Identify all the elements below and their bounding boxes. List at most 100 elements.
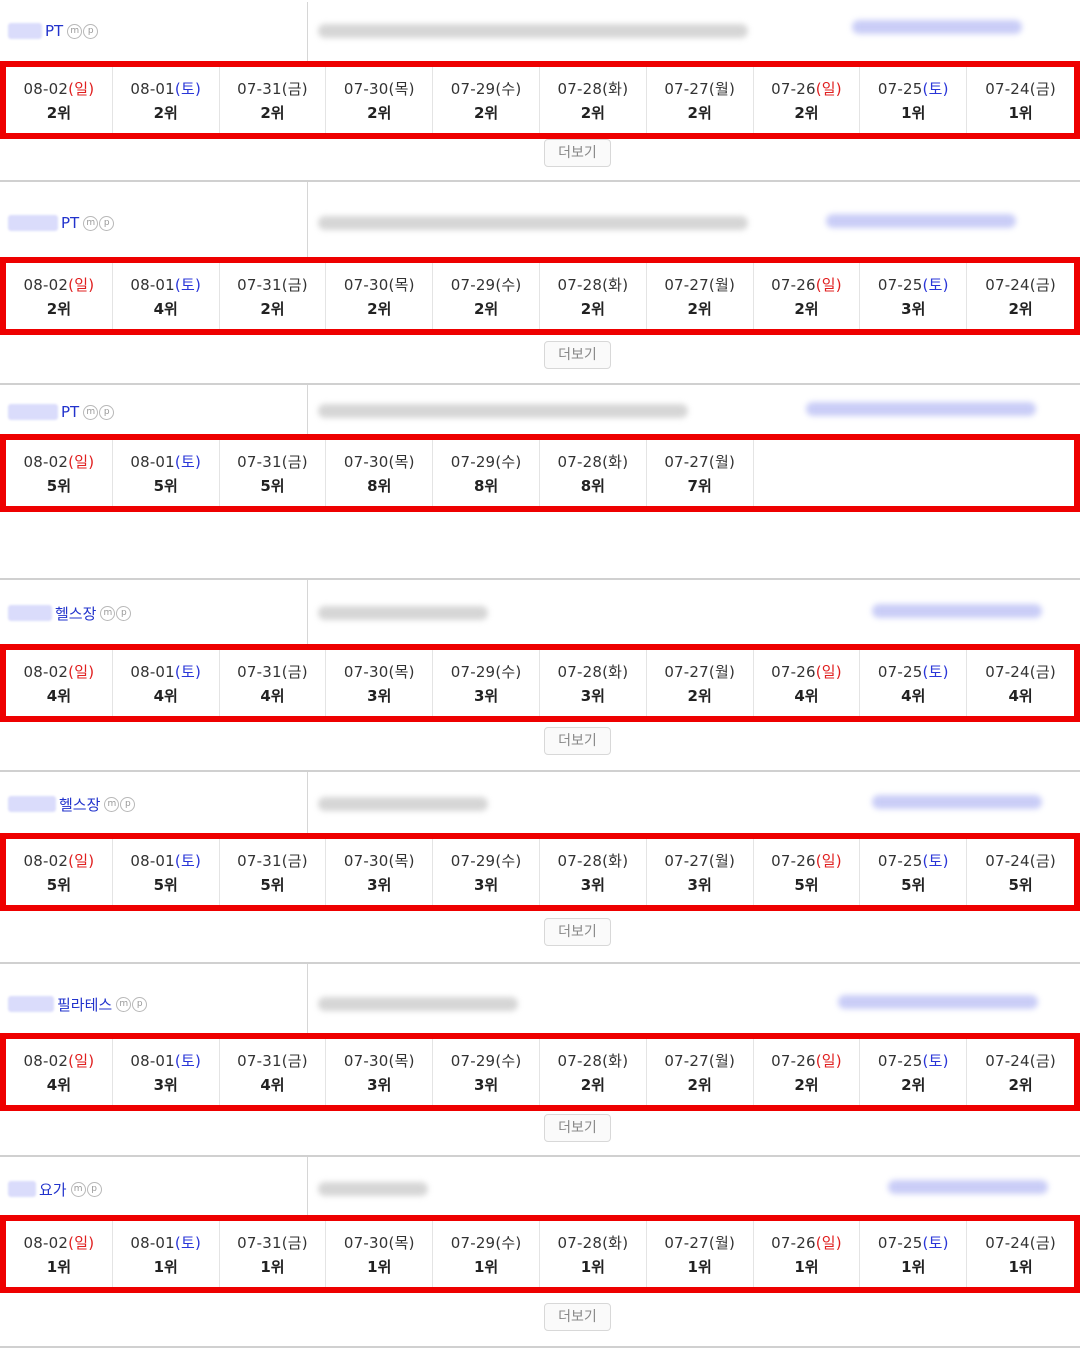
weekday-text: 토 [928, 1051, 943, 1070]
more-button[interactable]: 더보기 [544, 1303, 611, 1331]
date-text: 08-02 [23, 452, 69, 471]
keyword-label[interactable]: 요가 m p [8, 1178, 102, 1200]
weekday-text: 일 [74, 662, 89, 681]
date-text: 07-26 [771, 851, 816, 870]
more-button[interactable]: 더보기 [544, 727, 611, 755]
date-label: 07-29(수) [451, 661, 522, 682]
mobile-icon[interactable]: m [104, 796, 120, 812]
date-text: 07-25 [877, 79, 923, 98]
rank-cell: 08-02(일) 4위 [6, 1039, 113, 1105]
keyword-text[interactable]: 필라테스 [57, 994, 112, 1015]
weekday-text: 토 [180, 1233, 195, 1252]
redacted-keyword-prefix [8, 1181, 36, 1197]
more-button[interactable]: 더보기 [544, 139, 611, 167]
keyword-label[interactable]: 헬스장 m p [8, 793, 136, 815]
date-text: 08-01 [130, 452, 175, 471]
date-text: 07-31 [237, 452, 282, 471]
rank-cell: 07-28(화) 2위 [540, 263, 647, 329]
paren-close: ) [88, 1051, 95, 1070]
paren-close: ) [408, 79, 415, 98]
section-divider [0, 770, 1080, 772]
rank-history-box: 08-02(일) 4위 08-01(토) 4위 07-31(금) 4위 07-30(목) 3위… [0, 644, 1080, 722]
weekday-text: 목 [394, 1233, 409, 1252]
date-label: 07-29(수) [451, 451, 522, 472]
redacted-keyword-prefix [8, 605, 52, 621]
keyword-text[interactable]: 헬스장 [59, 794, 100, 815]
rank-cell: 08-01(토) 1위 [113, 1221, 220, 1287]
date-label: 08-02(일) [24, 1050, 95, 1071]
more-button[interactable]: 더보기 [544, 341, 611, 369]
rank-cell: 07-29(수) 3위 [433, 1039, 540, 1105]
keyword-text[interactable]: PT [61, 214, 79, 232]
date-label: 07-31(금) [237, 1232, 308, 1253]
pc-icon[interactable]: p [86, 1181, 102, 1197]
date-label: 07-30(목) [344, 661, 415, 682]
date-label: 07-26(일) [771, 850, 842, 871]
rank-cell: 07-30(목) 1위 [326, 1221, 434, 1287]
more-button[interactable]: 더보기 [544, 1114, 611, 1142]
paren-close: ) [408, 275, 415, 294]
header-column-divider [307, 385, 308, 434]
weekday-text: 월 [714, 275, 729, 294]
rank-history-box: 08-02(일) 2위 08-01(토) 2위 07-31(금) 2위 07-30(목) 2위… [0, 61, 1080, 139]
date-text: 07-24 [985, 79, 1030, 98]
date-text: 07-30 [343, 1051, 389, 1070]
rank-cell: 07-25(토) 4위 [860, 650, 968, 716]
paren-close: ) [195, 1233, 202, 1252]
rank-value: 3위 [901, 299, 926, 318]
mobile-icon[interactable]: m [67, 23, 83, 39]
date-label: 07-25(토) [878, 78, 949, 99]
rank-cell: 07-24(금) 2위 [967, 263, 1074, 329]
header-column-divider [307, 964, 308, 1033]
rank-value: 3위 [580, 875, 605, 894]
mobile-icon[interactable]: m [116, 996, 132, 1012]
paren-close: ) [515, 1051, 522, 1070]
date-label: 07-26(일) [771, 1232, 842, 1253]
keyword-text[interactable]: PT [61, 403, 79, 421]
keyword-label[interactable]: 헬스장 m p [8, 602, 132, 624]
weekday-text: 일 [74, 275, 89, 294]
date-text: 07-25 [877, 662, 923, 681]
date-text: 07-26 [771, 79, 816, 98]
mobile-icon[interactable]: m [100, 605, 116, 621]
date-text: 08-02 [23, 662, 69, 681]
date-label: 07-30(목) [344, 850, 415, 871]
platform-icons: mp [70, 1181, 102, 1197]
date-text: 08-02 [23, 1051, 69, 1070]
rank-cell: 07-31(금) 1위 [220, 1221, 327, 1287]
weekday-text: 금 [287, 275, 302, 294]
keyword-label[interactable]: PT m p [8, 401, 115, 423]
date-label: 07-29(수) [451, 274, 522, 295]
more-button[interactable]: 더보기 [544, 918, 611, 946]
rank-value: 7위 [687, 476, 712, 495]
pc-icon[interactable]: p [83, 23, 99, 39]
keyword-label[interactable]: PT m p [8, 212, 115, 234]
section-divider [0, 962, 1080, 964]
weekday-text: 화 [608, 275, 623, 294]
mobile-icon[interactable]: m [83, 404, 99, 420]
weekday-text: 목 [394, 275, 409, 294]
pc-icon[interactable]: p [116, 605, 132, 621]
pc-icon[interactable]: p [132, 996, 148, 1012]
mobile-icon[interactable]: m [70, 1181, 86, 1197]
keyword-label[interactable]: PT m p [8, 20, 99, 42]
date-text: 08-01 [130, 1051, 175, 1070]
rank-value: 3위 [367, 875, 392, 894]
keyword-text[interactable]: PT [45, 22, 63, 40]
keyword-text[interactable]: 요가 [39, 1179, 67, 1200]
pc-icon[interactable]: p [120, 796, 136, 812]
pc-icon[interactable]: p [99, 215, 115, 231]
rank-value: 2위 [580, 103, 605, 122]
rank-cell: 07-29(수) 8위 [433, 440, 540, 506]
date-label: 07-31(금) [237, 1050, 308, 1071]
rank-value: 1위 [580, 1257, 605, 1276]
keyword-label[interactable]: 필라테스 m p [8, 993, 148, 1015]
weekday-text: 월 [714, 1233, 729, 1252]
mobile-icon[interactable]: m [83, 215, 99, 231]
redacted-url [318, 404, 688, 418]
keyword-text[interactable]: 헬스장 [55, 603, 96, 624]
pc-icon[interactable]: p [99, 404, 115, 420]
paren-close: ) [728, 275, 736, 294]
date-text: 07-28 [557, 662, 603, 681]
weekday-text: 일 [821, 79, 836, 98]
